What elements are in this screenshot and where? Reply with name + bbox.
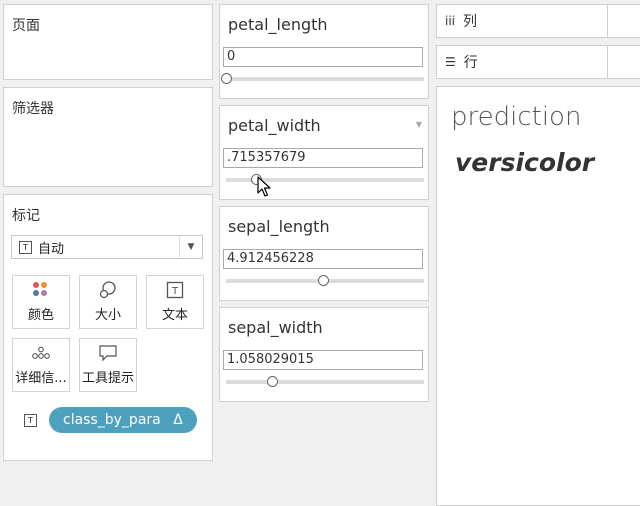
mark-type-value: 自动 <box>38 241 65 257</box>
text-button[interactable]: T 文本 <box>146 275 204 329</box>
param-name: petal_length <box>228 15 328 34</box>
marks-panel: 标记 T 自动 ▼ 颜色 大小 T 文本 详细信... 工具提示 T class… <box>3 194 213 461</box>
svg-text:T: T <box>171 286 179 297</box>
chevron-down-icon[interactable]: ▼ <box>179 236 202 258</box>
rows-shelf[interactable]: ☰ 行 <box>436 45 640 79</box>
color-label: 颜色 <box>27 308 54 323</box>
slider-thumb[interactable] <box>318 275 330 286</box>
columns-label: iii 列 <box>445 5 477 37</box>
text-mark-icon: T <box>19 240 32 254</box>
rows-icon: ☰ <box>445 55 456 69</box>
param-input[interactable]: 4.912456228 <box>223 249 423 269</box>
param-slider[interactable] <box>221 73 424 84</box>
param-slider[interactable] <box>226 174 424 185</box>
param-name: sepal_length <box>228 217 330 236</box>
slider-thumb[interactable] <box>266 376 278 387</box>
class-by-para-pill[interactable]: class_by_para Δ <box>49 407 197 433</box>
param-card-sepal-length: sepal_length 4.912456228 <box>219 206 429 301</box>
size-button[interactable]: 大小 <box>79 275 137 329</box>
pages-panel[interactable]: 页面 <box>3 4 213 80</box>
param-name: sepal_width <box>228 318 323 337</box>
color-dots-icon <box>13 276 69 304</box>
view-title: prediction <box>451 102 582 132</box>
shelf-divider <box>607 5 608 37</box>
tooltip-icon <box>80 339 136 367</box>
text-label: 文本 <box>161 308 188 323</box>
slider-thumb[interactable] <box>221 73 232 84</box>
size-label: 大小 <box>94 308 121 323</box>
detail-label: 详细信... <box>15 371 67 386</box>
param-card-petal-length: petal_length 0 <box>219 4 429 99</box>
param-input[interactable]: 0 <box>223 47 423 67</box>
view-canvas[interactable]: prediction versicolor <box>436 86 640 506</box>
size-icon <box>80 276 136 304</box>
tooltip-label: 工具提示 <box>81 371 134 386</box>
mark-type-dropdown[interactable]: T 自动 ▼ <box>11 235 203 259</box>
param-slider[interactable] <box>226 275 424 286</box>
columns-icon: iii <box>445 14 456 28</box>
pointer-cursor-icon <box>257 176 271 202</box>
pages-title: 页面 <box>12 18 40 34</box>
param-card-sepal-width: sepal_width 1.058029015 <box>219 307 429 402</box>
detail-icon <box>13 339 69 367</box>
columns-shelf[interactable]: iii 列 <box>436 4 640 38</box>
rows-label: ☰ 行 <box>445 46 478 78</box>
marks-title: 标记 <box>12 208 40 224</box>
pill-label: class_by_para <box>63 412 161 428</box>
param-slider[interactable] <box>226 376 424 387</box>
param-input[interactable]: 1.058029015 <box>223 350 423 370</box>
filters-title: 筛选器 <box>12 101 54 117</box>
delta-icon: Δ <box>173 412 183 428</box>
chevron-down-icon[interactable]: ▼ <box>416 120 422 129</box>
shelf-divider <box>607 46 608 78</box>
columns-text: 列 <box>463 14 478 30</box>
rows-text: 行 <box>463 55 478 71</box>
text-icon: T <box>147 276 203 304</box>
detail-button[interactable]: 详细信... <box>12 338 70 392</box>
param-input[interactable]: .715357679 <box>223 148 423 168</box>
color-button[interactable]: 颜色 <box>12 275 70 329</box>
tooltip-button[interactable]: 工具提示 <box>79 338 137 392</box>
marks-field-row: T class_by_para Δ <box>24 407 197 433</box>
param-card-petal-width: petal_width ▼ .715357679 <box>219 105 429 200</box>
text-mark-icon: T <box>24 413 37 427</box>
prediction-value: versicolor <box>455 148 595 177</box>
param-name: petal_width <box>228 116 321 135</box>
filters-panel[interactable]: 筛选器 <box>3 87 213 187</box>
